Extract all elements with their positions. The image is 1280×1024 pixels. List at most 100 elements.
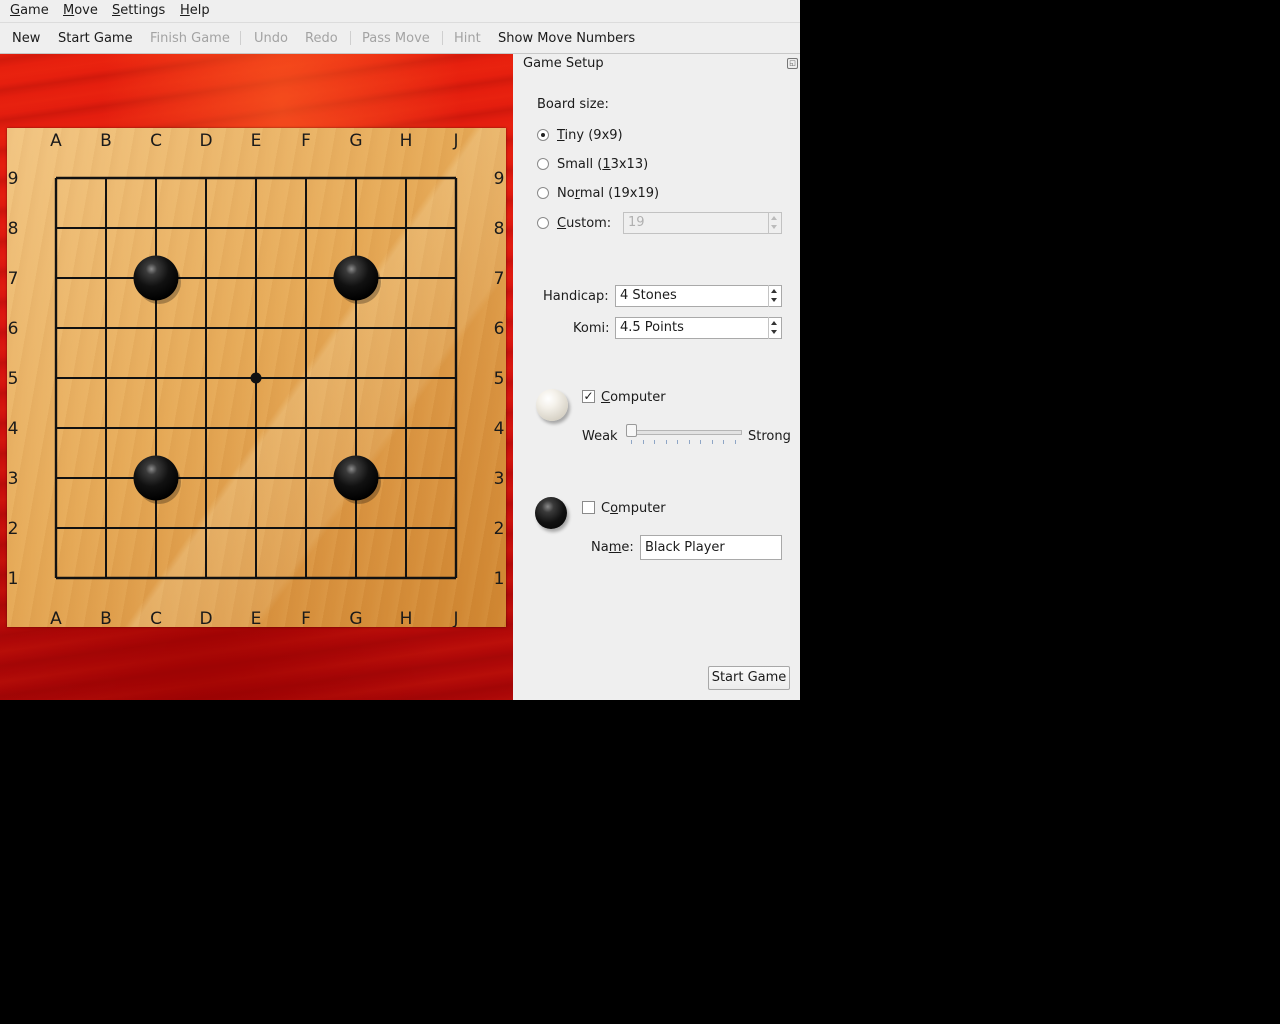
menu-settings-label: ettings bbox=[120, 3, 166, 18]
menu-help[interactable]: Help bbox=[180, 3, 210, 18]
board-area: A A B B C C D D E E F F G G H H J J 9 9 8 8 7 7 6 6 5 5 4 4 3 3 2 2 1 1 bbox=[0, 54, 513, 700]
star-point bbox=[250, 372, 262, 384]
handicap-value: 4 Stones bbox=[620, 288, 677, 303]
radio-normal[interactable] bbox=[537, 187, 549, 199]
column-label: A bbox=[50, 609, 62, 627]
black-stone bbox=[133, 455, 179, 501]
row-label: 5 bbox=[494, 369, 505, 389]
radio-small[interactable] bbox=[537, 158, 549, 170]
white-stone-icon bbox=[536, 389, 568, 421]
column-label: E bbox=[251, 131, 262, 151]
strength-slider-track[interactable] bbox=[630, 430, 742, 435]
column-label: B bbox=[100, 131, 112, 151]
menu-move[interactable]: Move bbox=[63, 3, 98, 18]
column-label: D bbox=[199, 609, 212, 627]
hint-button[interactable]: Hint bbox=[454, 31, 481, 46]
panel-title: Game Setup bbox=[523, 56, 604, 71]
column-label: E bbox=[251, 609, 262, 627]
go-board[interactable]: A A B B C C D D E E F F G G H H J J 9 9 8 8 7 7 6 6 5 5 4 4 3 3 2 2 1 1 bbox=[7, 128, 506, 627]
radio-small-label[interactable]: Small (13x13) bbox=[557, 157, 648, 172]
custom-size-spin-arrows[interactable] bbox=[768, 212, 781, 234]
row-label: 1 bbox=[8, 569, 19, 589]
slider-tick bbox=[700, 440, 702, 444]
column-label: H bbox=[400, 131, 413, 151]
black-name-input[interactable]: Black Player bbox=[640, 535, 782, 560]
handicap-spin-arrows[interactable] bbox=[768, 285, 781, 307]
black-computer-label[interactable]: Computer bbox=[601, 501, 666, 516]
row-label: 9 bbox=[8, 169, 19, 189]
pass-move-button[interactable]: Pass Move bbox=[362, 31, 430, 46]
menu-move-accel: M bbox=[63, 3, 75, 18]
undo-button[interactable]: Undo bbox=[254, 31, 288, 46]
column-label: J bbox=[452, 131, 458, 151]
slider-tick bbox=[642, 440, 644, 444]
custom-size-spinbox[interactable]: 19 bbox=[623, 212, 782, 234]
radio-tiny-label[interactable]: Tiny (9x9) bbox=[557, 128, 623, 143]
menu-game-accel: G bbox=[10, 3, 21, 18]
finish-game-button[interactable]: Finish Game bbox=[150, 31, 230, 46]
weak-label: Weak bbox=[582, 429, 618, 444]
slider-tick bbox=[711, 440, 713, 444]
radio-tiny[interactable] bbox=[537, 129, 549, 141]
radio-custom[interactable] bbox=[537, 217, 549, 229]
column-label: H bbox=[400, 609, 413, 627]
white-computer-label[interactable]: Computer bbox=[601, 390, 666, 405]
komi-spin-arrows[interactable] bbox=[768, 317, 781, 339]
slider-tick bbox=[665, 440, 667, 444]
row-label: 3 bbox=[8, 469, 19, 489]
column-label: C bbox=[150, 131, 162, 151]
menu-move-label: ove bbox=[74, 3, 98, 18]
strength-slider-handle[interactable] bbox=[626, 424, 637, 437]
menu-help-accel: H bbox=[180, 3, 190, 18]
komi-value: 4.5 Points bbox=[620, 320, 684, 335]
black-stone bbox=[333, 255, 379, 301]
show-move-numbers-button[interactable]: Show Move Numbers bbox=[498, 31, 635, 46]
white-computer-checkbox[interactable]: ✓ bbox=[582, 390, 595, 403]
menu-settings[interactable]: Settings bbox=[112, 3, 165, 18]
black-name-label: Name: bbox=[591, 540, 634, 555]
board-size-label: Board size: bbox=[537, 97, 609, 112]
column-label: G bbox=[349, 609, 362, 627]
column-label: B bbox=[100, 609, 112, 627]
menu-game[interactable]: Game bbox=[10, 3, 49, 18]
black-stone bbox=[133, 255, 179, 301]
redo-button[interactable]: Redo bbox=[305, 31, 338, 46]
row-label: 2 bbox=[8, 519, 19, 539]
column-label: A bbox=[50, 131, 62, 151]
toolbar-separator bbox=[240, 31, 241, 45]
kigo-window: Game Move Settings Help New Start Game F… bbox=[0, 0, 800, 700]
row-label: 6 bbox=[8, 319, 19, 339]
start-game-toolbar-button[interactable]: Start Game bbox=[58, 31, 133, 46]
board-grid[interactable]: A A B B C C D D E E F F G G H H J J 9 9 8 8 7 7 6 6 5 5 4 4 3 3 2 2 1 1 bbox=[7, 128, 506, 627]
menu-help-label: elp bbox=[189, 3, 210, 18]
row-label: 2 bbox=[494, 519, 505, 539]
row-label: 7 bbox=[8, 269, 19, 289]
row-label: 6 bbox=[494, 319, 505, 339]
radio-normal-label[interactable]: Normal (19x19) bbox=[557, 186, 659, 201]
column-label: J bbox=[452, 609, 458, 627]
column-label: F bbox=[301, 131, 311, 151]
column-label: G bbox=[349, 131, 362, 151]
toolbar-separator bbox=[442, 31, 443, 45]
new-button[interactable]: New bbox=[12, 31, 40, 46]
menu-bar: Game Move Settings Help bbox=[0, 0, 800, 22]
row-label: 3 bbox=[494, 469, 505, 489]
black-computer-checkbox[interactable] bbox=[582, 501, 595, 514]
handicap-label: Handicap: bbox=[543, 289, 609, 304]
handicap-spinbox[interactable]: 4 Stones bbox=[615, 285, 782, 307]
row-label: 1 bbox=[494, 569, 505, 589]
radio-custom-label[interactable]: Custom: bbox=[557, 216, 611, 231]
start-game-button[interactable]: Start Game bbox=[708, 666, 790, 690]
row-label: 4 bbox=[494, 419, 505, 439]
custom-size-value: 19 bbox=[628, 215, 645, 230]
row-label: 7 bbox=[494, 269, 505, 289]
black-stone-icon bbox=[535, 497, 567, 529]
row-label: 4 bbox=[8, 419, 19, 439]
komi-label: Komi: bbox=[573, 321, 610, 336]
strong-label: Strong bbox=[748, 429, 791, 444]
komi-spinbox[interactable]: 4.5 Points bbox=[615, 317, 782, 339]
float-panel-icon[interactable]: ◱ bbox=[787, 58, 798, 69]
toolbar: New Start Game Finish Game Undo Redo Pas… bbox=[0, 23, 800, 54]
slider-tick bbox=[688, 440, 690, 444]
row-label: 9 bbox=[494, 169, 505, 189]
